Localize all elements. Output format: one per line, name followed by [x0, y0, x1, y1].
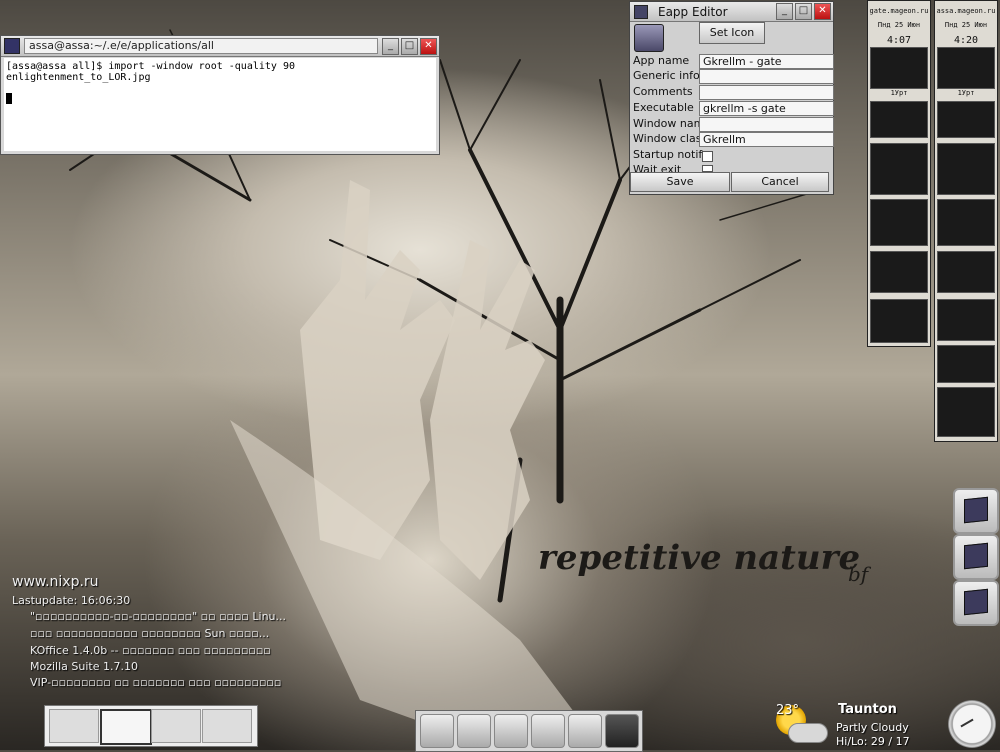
terminal-command-line: [assa@assa all]$ import -window root -qu…	[6, 61, 295, 83]
gimp-icon[interactable]	[457, 714, 491, 748]
mail-chart	[937, 387, 995, 437]
net-chart	[870, 199, 928, 246]
terminal-launcher-icon[interactable]	[953, 580, 999, 626]
news-site-title[interactable]: www.nixp.ru	[12, 574, 99, 590]
minimize-button[interactable]: _	[776, 3, 793, 20]
maximize-button[interactable]: □	[795, 3, 812, 20]
pager-desktop[interactable]	[49, 709, 99, 743]
net-chart	[937, 199, 995, 246]
disk-chart	[937, 143, 995, 195]
eapp-window-icon	[634, 5, 648, 19]
close-button[interactable]: ✕	[814, 3, 831, 20]
terminal-window[interactable]: assa@assa:~/.e/e/applications/all _ □ ✕ …	[0, 35, 440, 155]
terminal-cursor	[6, 93, 12, 104]
save-button[interactable]: Save	[630, 172, 730, 192]
gkrellm-clock: 4:07	[886, 35, 912, 46]
terminal-body[interactable]: [assa@assa all]$ import -window root -qu…	[4, 58, 436, 151]
news-item[interactable]: Mozilla Suite 1.7.10	[30, 660, 138, 673]
window-class-label: Window class	[633, 132, 708, 145]
mem-chart	[870, 299, 928, 343]
gkrellm-hostname: gate.mageon.ru	[869, 7, 929, 15]
iconbar	[415, 710, 643, 752]
startup-notify-label: Startup notif	[633, 148, 703, 161]
close-button[interactable]: ✕	[420, 37, 437, 55]
gkrellm-date: Пнд 25 Июн	[944, 21, 988, 29]
executable-label: Executable	[633, 101, 694, 114]
terminal-titlebar[interactable]: assa@assa:~/.e/e/applications/all _ □ ✕	[1, 36, 439, 57]
eapp-editor-icon[interactable]	[494, 714, 528, 748]
eapp-editor-icon[interactable]	[531, 714, 565, 748]
executable-field[interactable]: gkrellm -s gate	[699, 101, 834, 116]
app-icon-preview	[634, 24, 664, 52]
cancel-button[interactable]: Cancel	[731, 172, 829, 192]
wait-exit-label: Wait exit	[633, 163, 682, 172]
eapp-title: Eapp Editor	[658, 4, 728, 19]
news-item[interactable]: ▫▫▫ ▫▫▫▫▫▫▫▫▫▫▫ ▫▫▫▫▫▫▫▫ Sun ▫▫▫▫...	[30, 627, 269, 640]
proc-chart	[870, 101, 928, 138]
news-item[interactable]: VIP-▫▫▫▫▫▫▫▫ ▫▫ ▫▫▫▫▫▫▫ ▫▫▫ ▫▫▫▫▫▫▫▫▫	[30, 676, 281, 689]
gkrellm-uptime: 1Урт	[890, 89, 908, 97]
terminal-icon[interactable]	[605, 714, 639, 748]
sensor-chart	[937, 299, 995, 341]
terminal-app-icon[interactable]	[4, 38, 20, 54]
pager-desktop-active[interactable]	[100, 709, 152, 745]
clock-icon[interactable]	[948, 700, 996, 748]
battery-chart	[937, 345, 995, 383]
wallpaper-caption: repetitive nature	[538, 538, 861, 578]
wallpaper-signature: bf	[848, 562, 869, 586]
disk-chart	[870, 143, 928, 195]
gkrellm-date: Пнд 25 Июн	[877, 21, 921, 29]
gkrellm-clock: 4:20	[953, 35, 979, 46]
window-class-field[interactable]: Gkrellm	[699, 132, 834, 147]
generic-info-label: Generic info	[633, 69, 700, 82]
cpu-chart	[870, 47, 928, 89]
set-icon-button[interactable]: Set Icon	[699, 22, 765, 44]
weather-cloud-icon	[788, 723, 828, 743]
gkrellm-monitor-left[interactable]: gate.mageon.ru Пнд 25 Июн 4:07 1Урт	[867, 0, 931, 347]
app-name-field[interactable]: Gkrellm - gate	[699, 54, 834, 69]
app-name-label: App name	[633, 54, 690, 67]
gkrellm-hostname: assa.mageon.ru	[936, 7, 996, 15]
proc-chart	[937, 101, 995, 138]
launcher-dock	[949, 486, 1000, 626]
news-lastupdate: Lastupdate: 16:06:30	[12, 594, 131, 607]
terminal-title: assa@assa:~/.e/e/applications/all	[24, 38, 378, 54]
window-name-field[interactable]	[699, 117, 834, 132]
weather-condition: Partly Cloudy	[836, 721, 909, 734]
startup-notify-checkbox[interactable]	[702, 151, 713, 162]
scroll-icon[interactable]	[568, 714, 602, 748]
news-item[interactable]: KOffice 1.4.0b -- ▫▫▫▫▫▫▫ ▫▫▫ ▫▫▫▫▫▫▫▫▫	[30, 644, 271, 657]
comments-field[interactable]	[699, 85, 834, 100]
desktop-pager[interactable]	[44, 705, 258, 747]
leaf-app-icon[interactable]	[420, 714, 454, 748]
weather-temperature: 23°	[776, 703, 800, 718]
net-chart	[870, 251, 928, 293]
pager-desktop[interactable]	[202, 709, 252, 743]
terminal-launcher-icon[interactable]	[953, 534, 999, 580]
gkrellm-uptime: 1Урт	[957, 89, 975, 97]
net-chart	[937, 251, 995, 293]
generic-info-field[interactable]	[699, 69, 834, 84]
gkrellm-monitor-right[interactable]: assa.mageon.ru Пнд 25 Июн 4:20 1Урт	[934, 0, 998, 442]
weather-hilo: Hi/Lo: 29 / 17	[836, 735, 910, 748]
eapp-titlebar[interactable]: Eapp Editor _ □ ✕	[630, 2, 833, 22]
terminal-launcher-icon[interactable]	[953, 488, 999, 534]
maximize-button[interactable]: □	[401, 37, 418, 55]
news-item[interactable]: "▫▫▫▫▫▫▫▫▫▫-▫▫-▫▫▫▫▫▫▫▫" ▫▫ ▫▫▫▫ Linu...	[30, 610, 286, 623]
wait-exit-checkbox[interactable]	[702, 165, 713, 172]
cpu-chart	[937, 47, 995, 89]
weather-city: Taunton	[838, 702, 897, 717]
minimize-button[interactable]: _	[382, 37, 399, 55]
pager-desktop[interactable]	[151, 709, 201, 743]
comments-label: Comments	[633, 85, 693, 98]
